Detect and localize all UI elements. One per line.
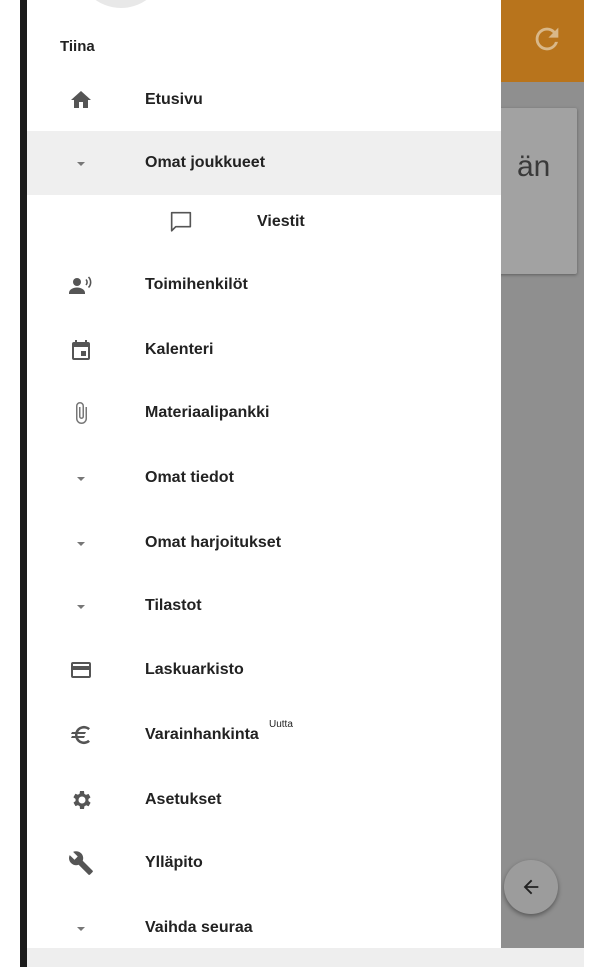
user-name: Tiina: [60, 38, 95, 55]
back-button[interactable]: [504, 860, 558, 914]
paperclip-icon: [67, 399, 95, 427]
menu-item-label: Materiaalipankki: [145, 404, 270, 421]
menu-item-toimihenkilot[interactable]: Toimihenkilöt: [27, 253, 501, 317]
menu-item-label: Varainhankinta: [145, 726, 259, 743]
navigation-drawer: Tiina Etusivu Omat joukkueet Viestit Toi…: [27, 0, 501, 967]
calendar-icon: [67, 336, 95, 364]
menu-item-label: Kalenteri: [145, 341, 214, 358]
menu-item-viestit[interactable]: Viestit: [27, 190, 501, 254]
menu-item-label: Omat tiedot: [145, 469, 234, 486]
credit-card-icon: [67, 656, 95, 684]
gear-icon: [67, 786, 95, 814]
menu-item-label: Toimihenkilöt: [145, 276, 248, 293]
caret-down-icon: [67, 464, 95, 492]
menu-item-kalenteri[interactable]: Kalenteri: [27, 318, 501, 382]
caret-down-icon: [67, 149, 95, 177]
menu-item-label: Tilastot: [145, 597, 202, 614]
menu-item-tilastot[interactable]: Tilastot: [27, 574, 501, 638]
caret-down-icon: [67, 592, 95, 620]
menu-item-label: Asetukset: [145, 791, 222, 808]
right-frame: [584, 0, 590, 967]
menu-item-omat-tiedot[interactable]: Omat tiedot: [27, 446, 501, 510]
drawer-footer: [27, 948, 584, 967]
menu-item-etusivu[interactable]: Etusivu: [27, 68, 501, 132]
menu-item-label: Etusivu: [145, 91, 203, 108]
background-card-text: än: [517, 150, 551, 183]
wrench-icon: [67, 849, 95, 877]
chat-bubble-icon: [167, 208, 195, 236]
menu-item-label: Viestit: [257, 213, 305, 230]
caret-down-icon: [67, 529, 95, 557]
menu-item-varainhankinta[interactable]: Varainhankinta Uutta: [27, 703, 501, 767]
caret-down-icon: [67, 914, 95, 942]
euro-icon: [67, 721, 95, 749]
menu-item-omat-harjoitukset[interactable]: Omat harjoitukset: [27, 511, 501, 575]
home-icon: [67, 86, 95, 114]
menu-item-yllapito[interactable]: Ylläpito: [27, 831, 501, 895]
menu-item-omat-joukkueet[interactable]: Omat joukkueet: [27, 131, 501, 195]
refresh-icon[interactable]: [530, 22, 564, 56]
record-voice-icon: [67, 271, 95, 299]
menu-item-asetukset[interactable]: Asetukset: [27, 768, 501, 832]
menu-item-label: Ylläpito: [145, 854, 203, 871]
menu-item-label: Vaihda seuraa: [145, 919, 253, 936]
new-badge: Uutta: [269, 719, 293, 730]
device-edge: [20, 0, 27, 967]
menu-item-laskuarkisto[interactable]: Laskuarkisto: [27, 638, 501, 702]
arrow-left-icon: [520, 876, 542, 898]
menu-item-label: Omat joukkueet: [145, 154, 266, 171]
menu-item-label: Omat harjoitukset: [145, 534, 282, 551]
avatar[interactable]: [77, 0, 165, 8]
menu-item-label: Laskuarkisto: [145, 661, 244, 678]
menu-item-materiaalipankki[interactable]: Materiaalipankki: [27, 381, 501, 445]
